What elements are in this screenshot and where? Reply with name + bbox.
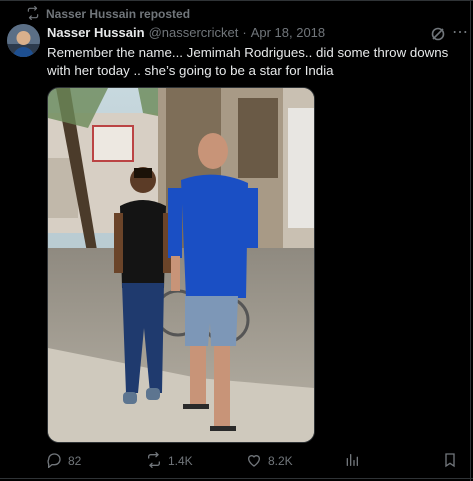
reply-icon	[46, 452, 62, 471]
bookmark-button[interactable]	[442, 452, 458, 470]
like-count: 8.2K	[268, 454, 293, 468]
repost-label: Nasser Hussain reposted	[46, 7, 191, 21]
right-border	[470, 0, 471, 481]
post-header: Nasser Hussain @nassercricket · Apr 18, …	[47, 25, 325, 40]
post-photo[interactable]	[47, 87, 315, 443]
repost-count: 1.4K	[168, 454, 193, 468]
repost-icon	[146, 451, 162, 471]
header-separator: ·	[242, 25, 247, 40]
reply-button[interactable]: 82	[46, 452, 81, 470]
more-icon[interactable]: ⋯	[452, 24, 470, 42]
author-handle[interactable]: @nassercricket	[149, 25, 239, 40]
repost-button[interactable]: 1.4K	[146, 451, 193, 471]
avatar[interactable]	[7, 24, 40, 57]
like-icon	[246, 452, 262, 471]
repost-icon	[26, 5, 40, 23]
post-text: Remember the name... Jemimah Rodrigues..…	[47, 45, 449, 78]
bottom-border	[0, 478, 473, 479]
views-button[interactable]	[344, 452, 360, 470]
grok-icon[interactable]	[430, 26, 446, 42]
repost-indicator[interactable]: Nasser Hussain reposted	[26, 5, 191, 23]
post-date[interactable]: Apr 18, 2018	[251, 25, 325, 40]
action-bar: 82 1.4K 8.2K	[46, 451, 466, 471]
top-border	[0, 0, 473, 1]
views-icon	[344, 452, 360, 471]
bookmark-icon	[442, 452, 458, 471]
reply-count: 82	[68, 454, 82, 468]
author-name[interactable]: Nasser Hussain	[47, 25, 145, 40]
like-button[interactable]: 8.2K	[246, 452, 293, 470]
